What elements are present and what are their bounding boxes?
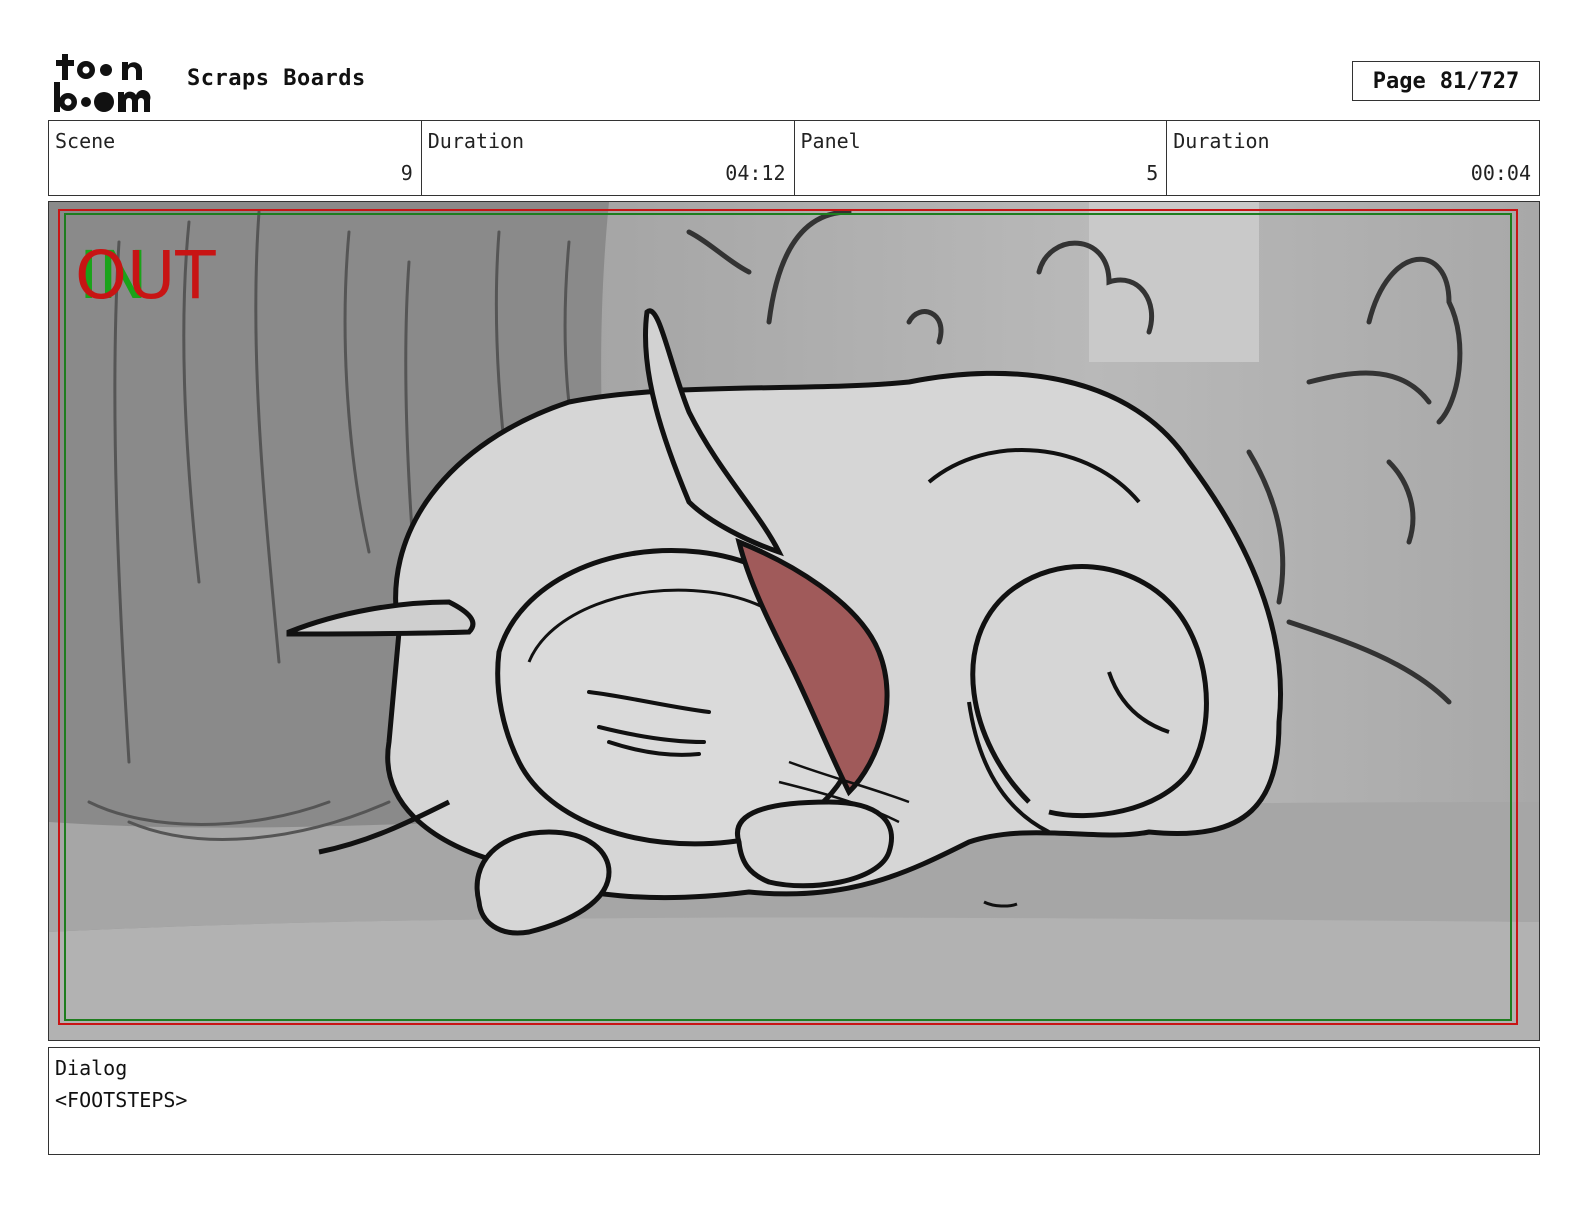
page-label: Page: [1372, 68, 1426, 94]
dialog-text: <FOOTSTEPS>: [55, 1088, 188, 1112]
project-title: Scraps Boards: [187, 66, 366, 91]
floor: [49, 917, 1539, 1040]
page-indicator: Page 81/727: [1352, 61, 1540, 101]
dialog-box: Dialog <FOOTSTEPS>: [48, 1047, 1540, 1155]
panel-drawing: IN OUT: [49, 202, 1539, 1040]
panel-duration-label: Duration: [1173, 129, 1270, 153]
panel-duration-cell: Duration 00:04: [1167, 121, 1539, 195]
scene-value: 9: [400, 161, 413, 185]
storyboard-panel: IN OUT: [48, 201, 1540, 1041]
cat-paw-front: [735, 799, 894, 889]
scene-label: Scene: [55, 129, 116, 153]
scene-duration-value: 04:12: [725, 161, 786, 185]
dialog-label: Dialog: [55, 1056, 128, 1080]
panel-label: Panel: [800, 129, 861, 153]
panel-value: 5: [1146, 161, 1159, 185]
panel-cell: Panel 5: [795, 121, 1168, 195]
transition-out-label: OUT: [75, 237, 216, 314]
panel-info-row: Scene 9 Duration 04:12 Panel 5 Duration …: [48, 120, 1540, 196]
scene-duration-cell: Duration 04:12: [422, 121, 795, 195]
panel-duration-value: 00:04: [1470, 161, 1531, 185]
scene-duration-label: Duration: [427, 129, 525, 153]
toon-boom-logo: [54, 54, 151, 112]
page-number: 81/727: [1439, 68, 1520, 94]
scene-cell: Scene 9: [49, 121, 422, 195]
